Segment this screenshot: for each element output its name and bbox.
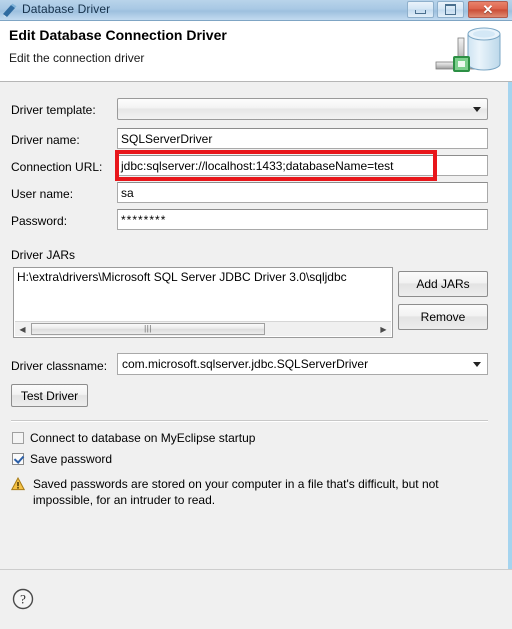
- add-jars-button[interactable]: Add JARs: [398, 271, 488, 297]
- list-item[interactable]: H:\extra\drivers\Microsoft SQL Server JD…: [17, 270, 347, 284]
- window-titlebar: Database Driver ✕: [0, 0, 512, 21]
- driver-classname-value: com.microsoft.sqlserver.jdbc.SQLServerDr…: [122, 357, 369, 371]
- password-input[interactable]: ********: [117, 209, 488, 230]
- chevron-down-icon: [473, 362, 481, 367]
- save-password-checkbox-row[interactable]: Save password: [12, 452, 112, 466]
- remove-jars-button[interactable]: Remove: [398, 304, 488, 330]
- driver-classname-combo[interactable]: com.microsoft.sqlserver.jdbc.SQLServerDr…: [117, 353, 488, 375]
- svg-text:?: ?: [20, 592, 26, 607]
- connect-on-startup-checkbox[interactable]: [12, 432, 24, 444]
- warning-triangle-icon: [10, 476, 26, 491]
- save-password-checkbox[interactable]: [12, 453, 24, 465]
- connection-url-value: jdbc:sqlserver://localhost:1433;database…: [121, 158, 394, 173]
- dialog-body: Driver template: Driver name: SQLServerD…: [0, 82, 512, 569]
- saved-password-warning: Saved passwords are stored on your compu…: [10, 476, 481, 508]
- help-question-icon[interactable]: ?: [12, 588, 34, 610]
- minimize-icon: [408, 2, 433, 17]
- close-icon: ✕: [482, 2, 494, 17]
- page-subtitle: Edit the connection driver: [9, 51, 145, 65]
- scrollbar-grip-icon: |||: [144, 324, 152, 333]
- password-label: Password:: [11, 214, 68, 228]
- driver-name-value: SQLServerDriver: [121, 131, 213, 146]
- scrollbar-thumb[interactable]: |||: [31, 323, 265, 335]
- driver-classname-label: Driver classname:: [11, 359, 108, 373]
- driver-name-label: Driver name:: [11, 133, 80, 147]
- close-button[interactable]: ✕: [468, 1, 508, 18]
- test-driver-button[interactable]: Test Driver: [11, 384, 88, 407]
- connection-url-input[interactable]: jdbc:sqlserver://localhost:1433;database…: [117, 155, 488, 176]
- driver-template-combo[interactable]: [117, 98, 488, 120]
- options-separator: [11, 420, 488, 422]
- chevron-down-icon: [473, 107, 481, 112]
- window-title: Database Driver: [22, 2, 111, 16]
- driver-jars-hscrollbar[interactable]: ◀ ||| ▶: [15, 321, 391, 336]
- user-name-value: sa: [121, 185, 134, 200]
- driver-name-input[interactable]: SQLServerDriver: [117, 128, 488, 149]
- user-name-label: User name:: [11, 187, 74, 201]
- connect-on-startup-label: Connect to database on MyEclipse startup: [30, 431, 256, 445]
- driver-template-label: Driver template:: [11, 103, 96, 117]
- scroll-left-icon[interactable]: ◀: [16, 323, 29, 335]
- page-title: Edit Database Connection Driver: [9, 27, 227, 43]
- dialog-footer: ? < Back Next > Finish Cancel: [0, 569, 512, 629]
- password-value: ********: [121, 212, 167, 227]
- connect-on-startup-checkbox-row[interactable]: Connect to database on MyEclipse startup: [12, 431, 255, 445]
- minimize-button[interactable]: [407, 1, 434, 18]
- driver-jars-group-label: Driver JARs: [11, 248, 76, 262]
- user-name-input[interactable]: sa: [117, 182, 488, 203]
- maximize-icon: [438, 2, 463, 17]
- database-driver-icon: [2, 2, 19, 19]
- maximize-button[interactable]: [437, 1, 464, 18]
- driver-jars-list[interactable]: H:\extra\drivers\Microsoft SQL Server JD…: [13, 267, 393, 338]
- wizard-header: Edit Database Connection Driver Edit the…: [0, 21, 512, 82]
- database-cylinder-icon: [430, 24, 506, 78]
- database-driver-dialog: Database Driver ✕ Edit Database Connecti…: [0, 0, 512, 629]
- save-password-label: Save password: [30, 452, 113, 466]
- scroll-right-icon[interactable]: ▶: [377, 323, 390, 335]
- warning-text: Saved passwords are stored on your compu…: [33, 477, 439, 507]
- connection-url-label: Connection URL:: [11, 160, 103, 174]
